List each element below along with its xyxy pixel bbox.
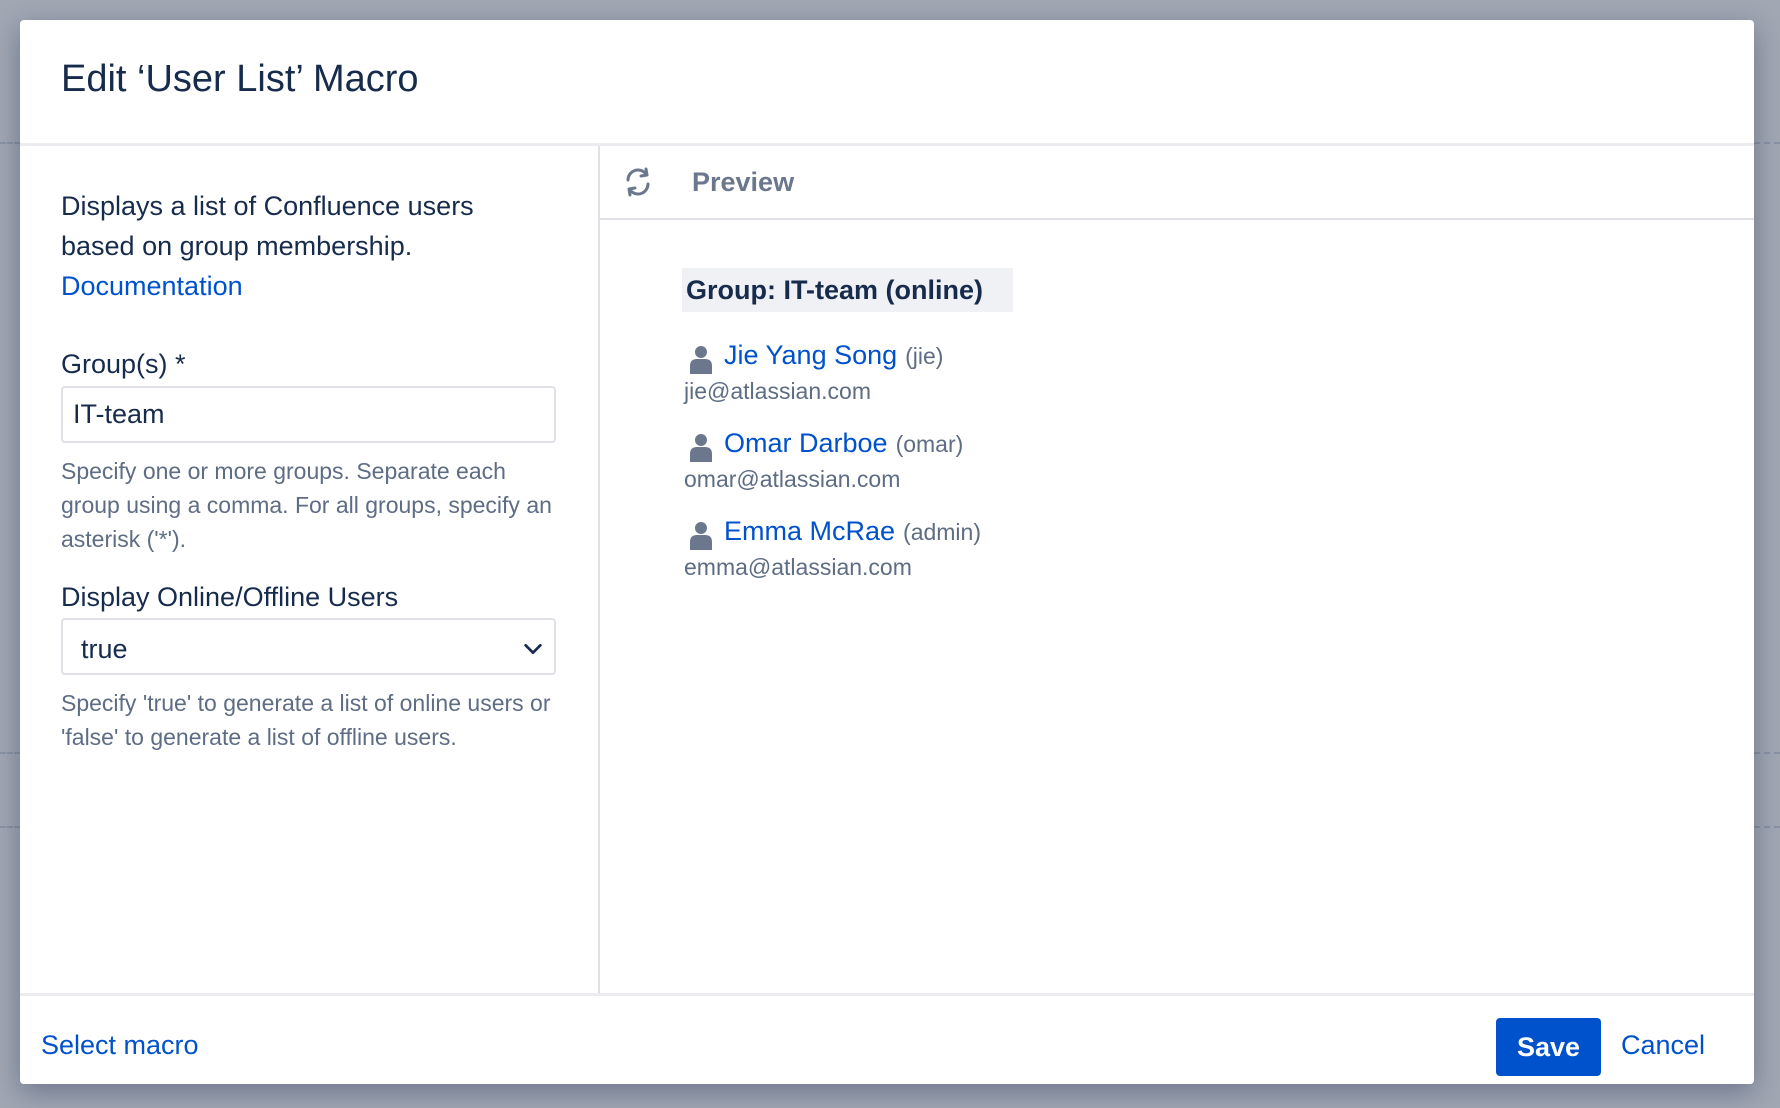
group-heading: Group: IT-team (online) — [682, 268, 1013, 312]
background-divider — [0, 142, 20, 144]
macro-parameters-panel: Displays a list of Confluence users base… — [20, 146, 600, 996]
documentation-link[interactable]: Documentation — [61, 266, 541, 306]
dialog-header: Edit ‘User List’ Macro — [20, 20, 1754, 146]
background-divider — [0, 826, 20, 828]
user-entry-name-row: Omar Darboe (omar) — [724, 428, 963, 459]
online-offline-help: Specify 'true' to generate a list of onl… — [61, 690, 551, 750]
user-icon — [690, 522, 712, 550]
refresh-icon[interactable] — [622, 166, 654, 198]
select-macro-link[interactable]: Select macro — [41, 1030, 199, 1061]
user-icon — [690, 434, 712, 462]
user-email: emma@atlassian.com — [684, 554, 912, 580]
online-offline-selected-value: true — [81, 634, 128, 664]
online-offline-select[interactable]: true — [61, 618, 556, 675]
save-button[interactable]: Save — [1496, 1018, 1601, 1076]
user-name-link[interactable]: Omar Darboe — [724, 428, 888, 458]
macro-description: Displays a list of Confluence users base… — [61, 186, 541, 306]
background-divider — [1754, 826, 1780, 828]
background-divider — [0, 752, 20, 754]
groups-label: Group(s) * — [61, 349, 186, 379]
user-email: jie@atlassian.com — [684, 378, 871, 404]
chevron-down-icon — [524, 643, 542, 655]
edit-macro-dialog: Edit ‘User List’ Macro Displays a list o… — [20, 20, 1754, 1084]
preview-title: Preview — [692, 167, 795, 197]
preview-header: Preview — [600, 146, 1754, 220]
user-name-link[interactable]: Jie Yang Song — [724, 340, 897, 370]
user-entry-name-row: Jie Yang Song (jie) — [724, 340, 943, 371]
user-handle: (admin) — [903, 519, 981, 545]
user-entry-name-row: Emma McRae (admin) — [724, 516, 981, 547]
user-email: omar@atlassian.com — [684, 466, 901, 492]
user-handle: (jie) — [905, 343, 944, 369]
description-text: Displays a list of Confluence users base… — [61, 191, 474, 261]
dialog-title: Edit ‘User List’ Macro — [61, 58, 419, 100]
dialog-footer: Select macro Save Cancel — [20, 993, 1754, 1084]
preview-panel: Preview Group: IT-team (online) Jie Yang… — [600, 146, 1754, 996]
online-offline-label: Display Online/Offline Users — [61, 582, 399, 612]
background-divider — [1754, 142, 1780, 144]
background-divider — [1754, 752, 1780, 754]
user-handle: (omar) — [895, 431, 964, 457]
groups-input[interactable] — [61, 386, 556, 443]
user-icon — [690, 346, 712, 374]
user-name-link[interactable]: Emma McRae — [724, 516, 895, 546]
cancel-link[interactable]: Cancel — [1621, 1030, 1705, 1061]
groups-help: Specify one or more groups. Separate eac… — [61, 458, 552, 552]
